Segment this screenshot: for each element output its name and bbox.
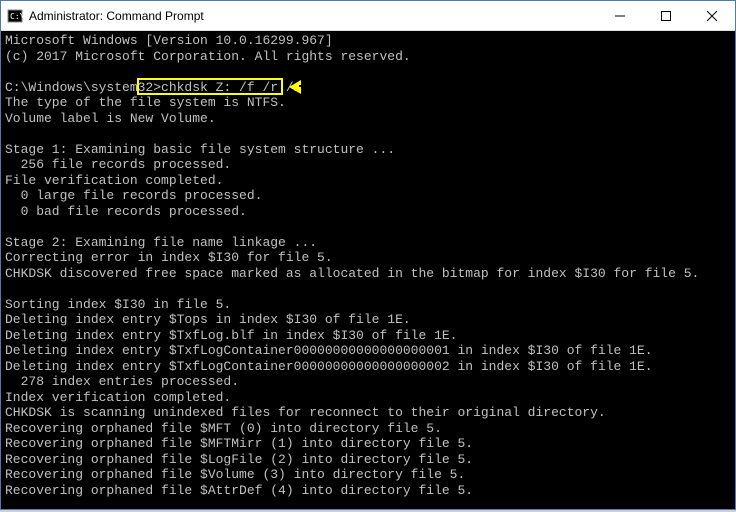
svg-text:C:\: C:\ bbox=[10, 12, 23, 21]
titlebar[interactable]: C:\ Administrator: Command Prompt bbox=[1, 1, 735, 31]
output-line: Deleting index entry $TxfLogContainer000… bbox=[5, 359, 653, 374]
output-line: Correcting error in index $I30 for file … bbox=[5, 250, 333, 265]
output-line: Recovering orphaned file $MFT (0) into d… bbox=[5, 421, 442, 436]
output-line: Deleting index entry $TxfLogContainer000… bbox=[5, 343, 653, 358]
terminal-output[interactable]: Microsoft Windows [Version 10.0.16299.96… bbox=[1, 31, 735, 509]
command-prompt-window: C:\ Administrator: Command Prompt Micros… bbox=[0, 0, 736, 510]
command-input: chkdsk Z: /f /r /x bbox=[161, 80, 301, 95]
output-line: Recovering orphaned file $AttrDef (4) in… bbox=[5, 483, 473, 498]
maximize-button[interactable] bbox=[643, 1, 689, 30]
output-line: (c) 2017 Microsoft Corporation. All righ… bbox=[5, 49, 411, 64]
output-line: Stage 1: Examining basic file system str… bbox=[5, 142, 395, 157]
output-line: Microsoft Windows [Version 10.0.16299.96… bbox=[5, 33, 333, 48]
prompt: C:\Windows\system32> bbox=[5, 80, 161, 95]
output-line: 0 large file records processed. bbox=[5, 188, 262, 203]
minimize-button[interactable] bbox=[597, 1, 643, 30]
output-line: CHKDSK is scanning unindexed files for r… bbox=[5, 405, 606, 420]
cmd-icon: C:\ bbox=[7, 8, 23, 24]
output-line: Volume label is New Volume. bbox=[5, 111, 216, 126]
output-line: 0 bad file records processed. bbox=[5, 204, 247, 219]
output-line: Recovering orphaned file $LogFile (2) in… bbox=[5, 452, 473, 467]
window-title: Administrator: Command Prompt bbox=[29, 9, 597, 23]
window-controls bbox=[597, 1, 735, 30]
output-line: File verification completed. bbox=[5, 173, 223, 188]
output-line: Stage 2: Examining file name linkage ... bbox=[5, 235, 317, 250]
output-line: Recovering orphaned file $MFTMirr (1) in… bbox=[5, 436, 473, 451]
close-button[interactable] bbox=[689, 1, 735, 30]
output-line: Sorting index $I30 in file 5. bbox=[5, 297, 231, 312]
output-line: CHKDSK discovered free space marked as a… bbox=[5, 266, 699, 281]
output-line: The type of the file system is NTFS. bbox=[5, 95, 286, 110]
output-line: Index verification completed. bbox=[5, 390, 231, 405]
output-line: 278 index entries processed. bbox=[5, 374, 239, 389]
output-line: Deleting index entry $Tops in index $I30… bbox=[5, 312, 411, 327]
output-line: Recovering orphaned file $Volume (3) int… bbox=[5, 467, 465, 482]
output-line: Deleting index entry $TxfLog.blf in inde… bbox=[5, 328, 457, 343]
output-line: 256 file records processed. bbox=[5, 157, 231, 172]
